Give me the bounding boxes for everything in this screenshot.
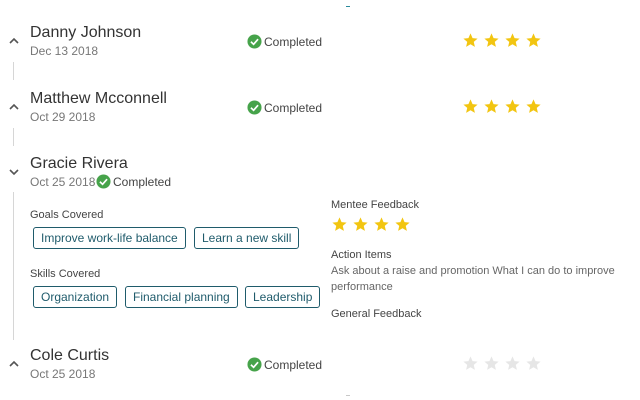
mentee-name[interactable]: Gracie Rivera — [30, 155, 128, 173]
star-empty-icon[interactable] — [525, 355, 542, 372]
skill-chip[interactable]: Organization — [33, 286, 118, 308]
general-feedback-label: General Feedback — [331, 308, 422, 320]
status-badge: Completed — [96, 174, 171, 189]
mentee-name[interactable]: Cole Curtis — [30, 347, 109, 365]
skill-chip[interactable]: Leadership — [245, 286, 321, 308]
star-empty-icon[interactable] — [462, 355, 479, 372]
star-filled-icon[interactable] — [462, 32, 479, 49]
check-circle-icon — [247, 357, 262, 372]
goals-covered-label: Goals Covered — [30, 209, 104, 221]
star-filled-icon[interactable] — [331, 216, 348, 233]
status-text: Completed — [264, 34, 323, 49]
status-badge: Completed — [247, 100, 322, 115]
check-circle-icon — [247, 100, 262, 115]
action-items-text: Ask about a raise and promotion What I c… — [331, 265, 615, 293]
skills-covered-label: Skills Covered — [30, 268, 101, 280]
session-date: Oct 25 2018 — [30, 367, 96, 381]
star-filled-icon[interactable] — [525, 98, 542, 115]
mentee-name[interactable]: Danny Johnson — [30, 24, 141, 42]
goal-chip[interactable]: Improve work-life balance — [33, 227, 186, 249]
star-rating — [462, 98, 546, 115]
chevron-up-icon[interactable] — [8, 102, 20, 112]
timeline-connector — [13, 128, 14, 146]
star-filled-icon[interactable] — [504, 32, 521, 49]
status-badge: Completed — [247, 34, 322, 49]
status-text: Completed — [113, 174, 172, 189]
star-rating — [462, 355, 546, 372]
star-filled-icon[interactable] — [373, 216, 390, 233]
chevron-up-icon[interactable] — [8, 359, 20, 369]
scroll-indicator — [346, 6, 350, 7]
session-date: Dec 13 2018 — [30, 44, 99, 58]
chevron-up-icon[interactable] — [8, 36, 20, 46]
chevron-down-icon[interactable] — [8, 167, 20, 177]
star-rating — [331, 216, 415, 233]
star-filled-icon[interactable] — [504, 98, 521, 115]
session-date: Oct 29 2018 — [30, 110, 96, 124]
star-empty-icon[interactable] — [504, 355, 521, 372]
star-empty-icon[interactable] — [483, 355, 500, 372]
star-filled-icon[interactable] — [483, 32, 500, 49]
timeline-connector — [13, 62, 14, 80]
goal-chip[interactable]: Learn a new skill — [194, 227, 300, 249]
status-badge: Completed — [247, 357, 322, 372]
status-text: Completed — [264, 357, 323, 372]
check-circle-icon — [96, 174, 111, 189]
star-rating — [462, 32, 546, 49]
status-text: Completed — [264, 100, 323, 115]
scroll-indicator — [346, 395, 350, 396]
session-date: Oct 25 2018 — [30, 175, 96, 189]
skill-chip[interactable]: Financial planning — [125, 286, 238, 308]
star-filled-icon[interactable] — [394, 216, 411, 233]
check-circle-icon — [247, 34, 262, 49]
mentee-feedback-label: Mentee Feedback — [331, 199, 420, 211]
timeline-connector — [13, 192, 14, 340]
star-filled-icon[interactable] — [462, 98, 479, 115]
action-items-label: Action Items — [331, 249, 392, 261]
star-filled-icon[interactable] — [352, 216, 369, 233]
mentee-name[interactable]: Matthew Mcconnell — [30, 90, 167, 108]
star-filled-icon[interactable] — [525, 32, 542, 49]
star-filled-icon[interactable] — [483, 98, 500, 115]
